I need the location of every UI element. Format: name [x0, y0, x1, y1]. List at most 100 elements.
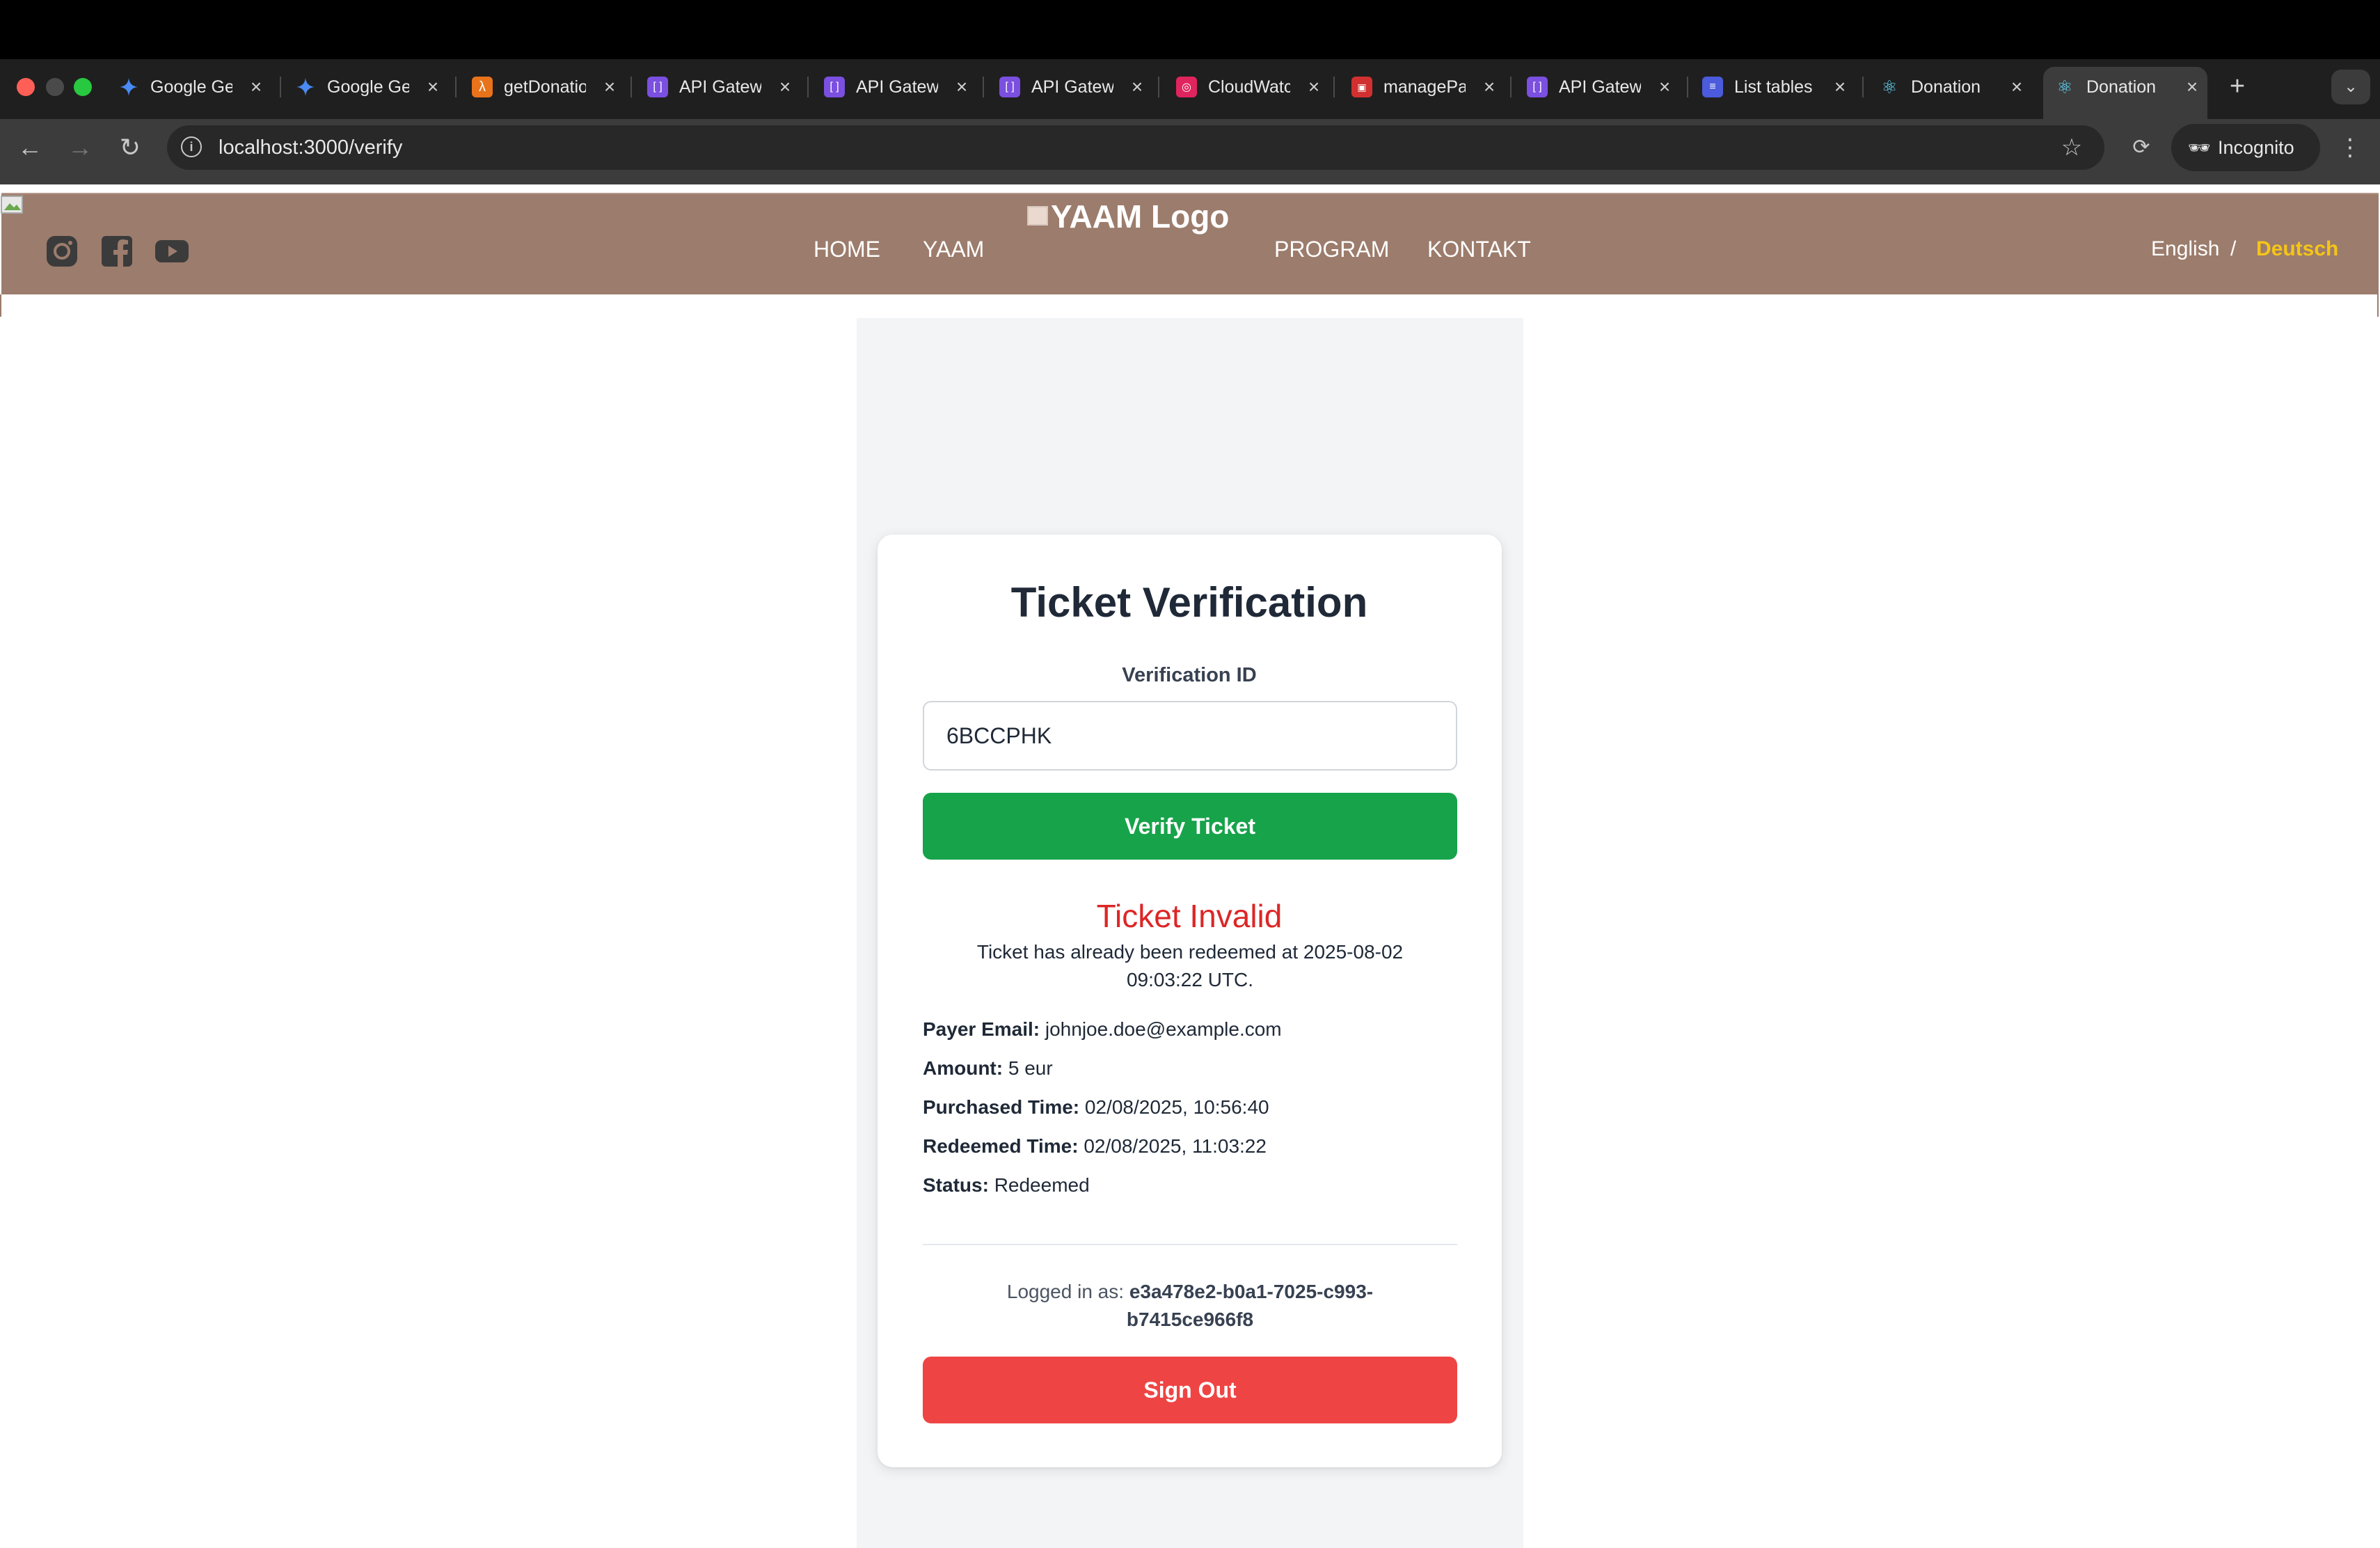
browser-tab[interactable]: ≡ List tables × — [1695, 70, 1848, 104]
close-icon[interactable]: × — [777, 76, 793, 98]
browser-tab[interactable]: Google Gemini × — [111, 70, 264, 104]
nav-link-kontakt[interactable]: KONTAKT — [1427, 234, 1531, 264]
verification-id-input[interactable] — [923, 701, 1457, 771]
browser-tab[interactable]: [ ] API Gateway × — [640, 70, 793, 104]
detail-value: 02/08/2025, 11:03:22 — [1084, 1135, 1267, 1157]
close-icon[interactable]: × — [425, 76, 441, 98]
close-icon[interactable]: × — [1481, 76, 1498, 98]
site-logo[interactable]: YAAM Logo — [1027, 192, 1229, 241]
detail-label: Payer Email: — [923, 1018, 1040, 1040]
incognito-label: Incognito — [2218, 136, 2294, 158]
browser-tab[interactable]: [ ] API Gateway × — [1520, 70, 1673, 104]
browser-tab-active[interactable]: ⚛ Donation × — [2047, 70, 2200, 104]
tab-separator — [983, 77, 984, 97]
tab-separator — [1510, 77, 1512, 97]
close-icon[interactable]: × — [1129, 76, 1145, 98]
close-icon[interactable]: × — [601, 76, 618, 98]
api-gateway-icon: [ ] — [824, 77, 845, 97]
nav-link-program[interactable]: PROGRAM — [1274, 234, 1389, 264]
broken-image-icon — [1027, 206, 1048, 226]
detail-status: Status: Redeemed — [923, 1171, 1090, 1199]
detail-label: Amount: — [923, 1057, 1003, 1079]
detail-value: Redeemed — [994, 1174, 1090, 1196]
lang-english[interactable]: English — [2151, 234, 2219, 264]
incognito-badge[interactable]: 🕶 Incognito — [2171, 124, 2320, 171]
detail-value: 02/08/2025, 10:56:40 — [1084, 1096, 1269, 1118]
react-icon: ⚛ — [1881, 76, 1898, 97]
window-minimize-dot[interactable] — [46, 78, 64, 96]
page-title: Ticket Verification — [1010, 579, 1368, 626]
tab-separator — [455, 77, 457, 97]
verification-id-label: Verification ID — [1122, 664, 1257, 686]
sign-out-button[interactable]: Sign Out — [923, 1357, 1457, 1423]
url-text[interactable]: localhost:3000/verify — [219, 134, 402, 161]
logged-in-info: Logged in as: e3a478e2-b0a1-7025-c993-b7… — [971, 1278, 1409, 1334]
address-bar[interactable] — [167, 125, 2104, 170]
close-icon[interactable]: × — [248, 76, 264, 98]
nav-link-yaam[interactable]: YAAM — [923, 234, 984, 264]
gemini-icon — [118, 77, 139, 97]
reload-icon[interactable]: ↻ — [113, 132, 148, 163]
react-icon: ⚛ — [2056, 76, 2073, 97]
site-logo-alt-text: YAAM Logo — [1051, 198, 1230, 235]
close-icon[interactable]: × — [1832, 76, 1848, 98]
window-close-dot[interactable] — [17, 78, 35, 96]
browser-tab[interactable]: Google Gemini × — [288, 70, 441, 104]
detail-value: 5 eur — [1008, 1057, 1053, 1079]
site-info-icon[interactable]: i — [181, 136, 202, 157]
nav-link-home[interactable]: HOME — [814, 234, 880, 264]
detail-payer-email: Payer Email: johnjoe.doe@example.com — [923, 1016, 1282, 1043]
browser-tab[interactable]: [ ] API Gateway × — [817, 70, 970, 104]
tab-separator — [1687, 77, 1688, 97]
browser-tab[interactable]: ⚛ Donation × — [1872, 70, 2025, 104]
extension-icon[interactable]: ⟳ — [2124, 132, 2159, 163]
tab-search-icon[interactable]: ⌄ — [2331, 70, 2370, 104]
browser-tab[interactable]: ▣ managePayments × — [1344, 70, 1498, 104]
forward-icon[interactable]: → — [63, 132, 97, 163]
api-gateway-icon: [ ] — [647, 77, 668, 97]
header-edge-line — [2377, 294, 2379, 317]
tab-label: API Gateway — [1559, 77, 1641, 97]
screen-top-band — [0, 0, 2380, 59]
tab-separator — [1333, 77, 1335, 97]
bookmark-star-icon[interactable]: ☆ — [2054, 132, 2089, 163]
close-icon[interactable]: × — [2184, 76, 2200, 98]
aws-lambda-icon: λ — [472, 77, 493, 97]
new-tab-icon[interactable]: + — [2220, 71, 2255, 102]
tab-label: getDonations — [504, 77, 586, 97]
browser-tab[interactable]: λ getDonations × — [465, 70, 618, 104]
tab-label: API Gateway — [856, 77, 938, 97]
detail-label: Purchased Time: — [923, 1096, 1080, 1118]
tab-separator — [280, 77, 281, 97]
verify-ticket-button[interactable]: Verify Ticket — [923, 793, 1457, 860]
tab-separator — [1862, 77, 1864, 97]
lang-separator: / — [2230, 237, 2237, 260]
gemini-icon — [295, 77, 316, 97]
instagram-icon[interactable] — [45, 234, 79, 269]
api-gateway-icon: [ ] — [1527, 77, 1548, 97]
close-icon[interactable]: × — [2008, 76, 2025, 98]
detail-amount: Amount: 5 eur — [923, 1055, 1053, 1082]
tab-separator — [1158, 77, 1159, 97]
detail-label: Status: — [923, 1174, 989, 1196]
detail-purchased-time: Purchased Time: 02/08/2025, 10:56:40 — [923, 1093, 1269, 1121]
youtube-icon[interactable] — [154, 234, 189, 269]
menu-kebab-icon[interactable]: ⋮ — [2333, 132, 2367, 163]
tab-label: List tables — [1734, 77, 1813, 97]
logged-in-label: Logged in as: — [1006, 1281, 1125, 1302]
facebook-icon[interactable] — [100, 234, 134, 269]
logged-in-user-id: e3a478e2-b0a1-7025-c993-b7415ce966f8 — [1126, 1281, 1374, 1330]
tab-label: CloudWatch — [1208, 77, 1290, 97]
back-icon[interactable]: ← — [13, 132, 47, 163]
tab-label: API Gateway — [679, 77, 761, 97]
window-maximize-dot[interactable] — [74, 78, 92, 96]
cloudwatch-icon: ◎ — [1176, 77, 1197, 97]
browser-tab[interactable]: [ ] API Gateway × — [992, 70, 1145, 104]
close-icon[interactable]: × — [1656, 76, 1673, 98]
aws-icon: ▣ — [1351, 77, 1372, 97]
divider — [923, 1244, 1457, 1245]
close-icon[interactable]: × — [1306, 76, 1322, 98]
close-icon[interactable]: × — [953, 76, 970, 98]
lang-deutsch[interactable]: Deutsch — [2256, 234, 2338, 264]
browser-tab[interactable]: ◎ CloudWatch × — [1169, 70, 1322, 104]
